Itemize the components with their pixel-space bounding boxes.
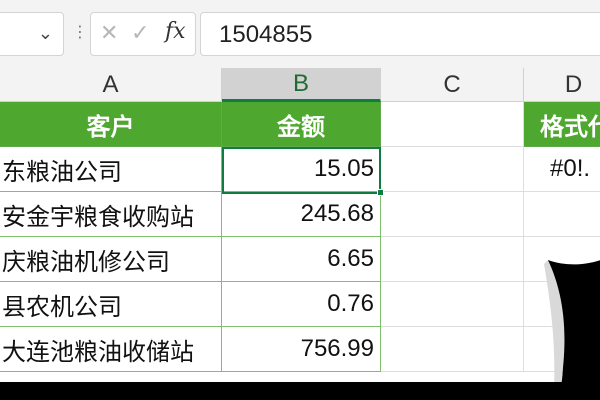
format-code-cell[interactable]: #0!. (524, 147, 600, 192)
table-cell-customer[interactable]: 大连池粮油收储站 (0, 327, 222, 372)
name-box[interactable]: ⌄ (0, 12, 64, 56)
page-curl-graphic (544, 260, 600, 382)
empty-cell[interactable] (381, 192, 524, 237)
column-header-c[interactable]: C (381, 68, 524, 102)
close-icon[interactable]: ✕ (100, 21, 118, 46)
column-header-d[interactable]: D (524, 68, 600, 102)
chevron-down-icon[interactable]: ⌄ (38, 23, 53, 44)
format-header-cell[interactable]: 格式代 (524, 102, 600, 147)
column-header-a[interactable]: A (0, 68, 222, 102)
column-header-b[interactable]: B (222, 68, 381, 102)
empty-cell[interactable] (381, 102, 524, 147)
table-cell-customer[interactable]: 庆粮油机修公司 (0, 237, 222, 282)
empty-cell[interactable] (381, 327, 524, 372)
table-cell-amount[interactable]: 15.05 (222, 147, 381, 192)
table-cell-customer[interactable]: 县农机公司 (0, 282, 222, 327)
spreadsheet-window: ⌄ ⋮ ✕ ✓ fx 1504855 A B C D 客户 金额 格式代 东粮油… (0, 0, 600, 382)
formula-input[interactable]: 1504855 (200, 12, 600, 56)
table-header-amount[interactable]: 金额 (222, 102, 381, 147)
fill-handle[interactable] (377, 189, 384, 196)
formula-buttons: ✕ ✓ fx (90, 12, 196, 56)
table-cell-amount[interactable]: 6.65 (222, 237, 381, 282)
table-cell-amount[interactable]: 245.68 (222, 192, 381, 237)
empty-cell[interactable] (381, 282, 524, 327)
table-cell-amount[interactable]: 756.99 (222, 327, 381, 372)
formula-bar: ⌄ ⋮ ✕ ✓ fx 1504855 (0, 0, 600, 68)
empty-cell[interactable] (381, 147, 524, 192)
more-options-icon[interactable]: ⋮ (72, 22, 88, 41)
table-cell-customer[interactable]: 安金宇粮食收购站 (0, 192, 222, 237)
table-cell-amount[interactable]: 0.76 (222, 282, 381, 327)
table-header-customer[interactable]: 客户 (0, 102, 222, 147)
empty-cell[interactable] (524, 192, 600, 237)
table-cell-customer[interactable]: 东粮油公司 (0, 147, 222, 192)
checkmark-icon[interactable]: ✓ (131, 21, 149, 46)
empty-cell[interactable] (381, 237, 524, 282)
insert-function-button[interactable]: fx (165, 19, 186, 44)
